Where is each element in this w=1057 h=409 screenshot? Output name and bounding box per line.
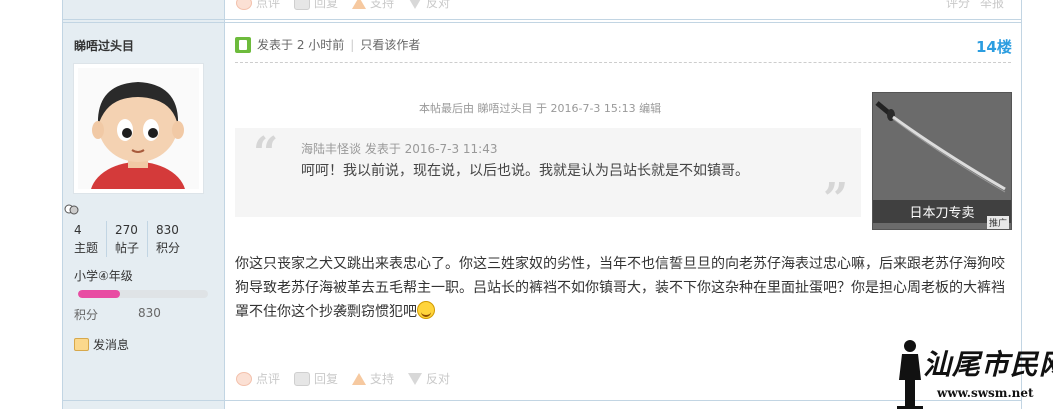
- left-border: [62, 0, 63, 409]
- send-message-link[interactable]: 发消息: [74, 336, 129, 353]
- comment-icon: [236, 371, 252, 386]
- post-action-bar: 点评 回复 支持 反对: [236, 370, 450, 387]
- watermark-logo-icon: 汕尾市民网: [923, 348, 1057, 381]
- support-button[interactable]: 支持: [352, 370, 394, 387]
- quote-block: “ 海陆丰怪谈 发表于 2016-7-3 11:43 呵呵！我以前说，现在说，以…: [235, 128, 861, 222]
- forum-post-page: 点评 回复 支持 反对 评分 举报 睇唔过头目 4 主题 270 帖子 830 …: [0, 0, 1057, 409]
- avatar[interactable]: [73, 63, 204, 194]
- only-author-link[interactable]: 只看该作者: [360, 36, 420, 53]
- prev-oppose-button[interactable]: 反对: [408, 0, 450, 11]
- prev-support-button[interactable]: 支持: [352, 0, 394, 11]
- cartoon-boy-avatar-icon: [78, 68, 199, 189]
- separator-pipe: |: [350, 37, 355, 52]
- edit-note: 本帖最后由 睇唔过头目 于 2016-7-3 15:13 编辑: [419, 102, 662, 115]
- oppose-button[interactable]: 反对: [408, 370, 450, 387]
- reply-button[interactable]: 回复: [294, 370, 338, 387]
- reply-icon: [294, 0, 311, 10]
- quote-text: 呵呵！我以前说，现在说，以后也说。我就是认为吕站长就是不如镇哥。: [301, 163, 749, 179]
- comment-button[interactable]: 点评: [236, 370, 280, 387]
- thumb-down-icon: [408, 0, 423, 9]
- quote-meta: 海陆丰怪谈 发表于 2016-7-3 11:43: [301, 142, 498, 156]
- comment-icon: [236, 0, 252, 10]
- author-name[interactable]: 睇唔过头目: [74, 37, 134, 54]
- points-value: 830: [138, 306, 161, 320]
- stat-topics[interactable]: 4 主题: [74, 221, 108, 257]
- post-message-text: 你这只丧家之犬又跳出来表忠心了。你这三姓家奴的劣性，当年不也信誓旦旦的向老苏仔海…: [235, 256, 1005, 320]
- author-stats: 4 主题 270 帖子 830 积分: [74, 221, 196, 257]
- post-message: 你这只丧家之犬又跳出来表忠心了。你这三姓家奴的劣性，当年不也信誓旦旦的向老苏仔海…: [235, 252, 1015, 324]
- watermark-text: 汕尾市民网: [923, 342, 1057, 389]
- prev-reply-button[interactable]: 回复: [294, 0, 338, 11]
- post-separator-top: [63, 19, 1022, 20]
- points-row: 积分 830: [74, 306, 161, 323]
- thumb-up-icon: [352, 0, 367, 9]
- rate-link[interactable]: 评分: [946, 0, 970, 11]
- online-status-icon: [64, 204, 79, 215]
- watermark-url: www.swsm.net: [937, 386, 1034, 400]
- stat-points[interactable]: 830 积分: [156, 221, 188, 257]
- prev-comment-button[interactable]: 点评: [236, 0, 280, 11]
- post-separator-top-2: [63, 22, 1022, 23]
- prev-post-tools: 评分 举报: [946, 0, 1004, 11]
- silhouette-figure-icon: [897, 340, 923, 409]
- post-time: 发表于 2 小时前: [257, 38, 345, 52]
- level-progress-fill: [78, 290, 120, 298]
- thumb-up-icon: [352, 372, 367, 385]
- post-header: 发表于 2 小时前 | 只看该作者: [235, 36, 420, 53]
- points-label: 积分: [74, 308, 99, 322]
- thumb-down-icon: [408, 372, 423, 385]
- user-grade[interactable]: 小学④年级: [74, 267, 133, 284]
- ad-tag: 推广: [986, 216, 1009, 229]
- level-progress-bar: [78, 290, 208, 298]
- svg-text:汕尾市民网: 汕尾市民网: [923, 348, 1053, 381]
- floor-number[interactable]: 14楼: [976, 36, 1012, 57]
- open-quote-icon: “: [253, 128, 279, 179]
- header-divider: [235, 62, 1011, 63]
- sword-ad[interactable]: 日本刀专卖 推广: [872, 92, 1012, 230]
- prev-post-action-bar: 点评 回复 支持 反对: [236, 0, 450, 11]
- close-quote-icon: ”: [823, 174, 849, 225]
- avatar-image: [78, 68, 199, 189]
- site-watermark: 汕尾市民网 www.swsm.net: [893, 338, 1057, 409]
- post-status-icon: [235, 36, 251, 53]
- message-icon: [74, 338, 89, 351]
- post-separator-bottom: [63, 400, 1022, 401]
- report-link[interactable]: 举报: [980, 0, 1004, 11]
- stat-posts[interactable]: 270 帖子: [115, 221, 149, 257]
- column-divider: [224, 0, 225, 409]
- grin-emoji-icon: [417, 301, 435, 319]
- reply-icon: [294, 371, 311, 386]
